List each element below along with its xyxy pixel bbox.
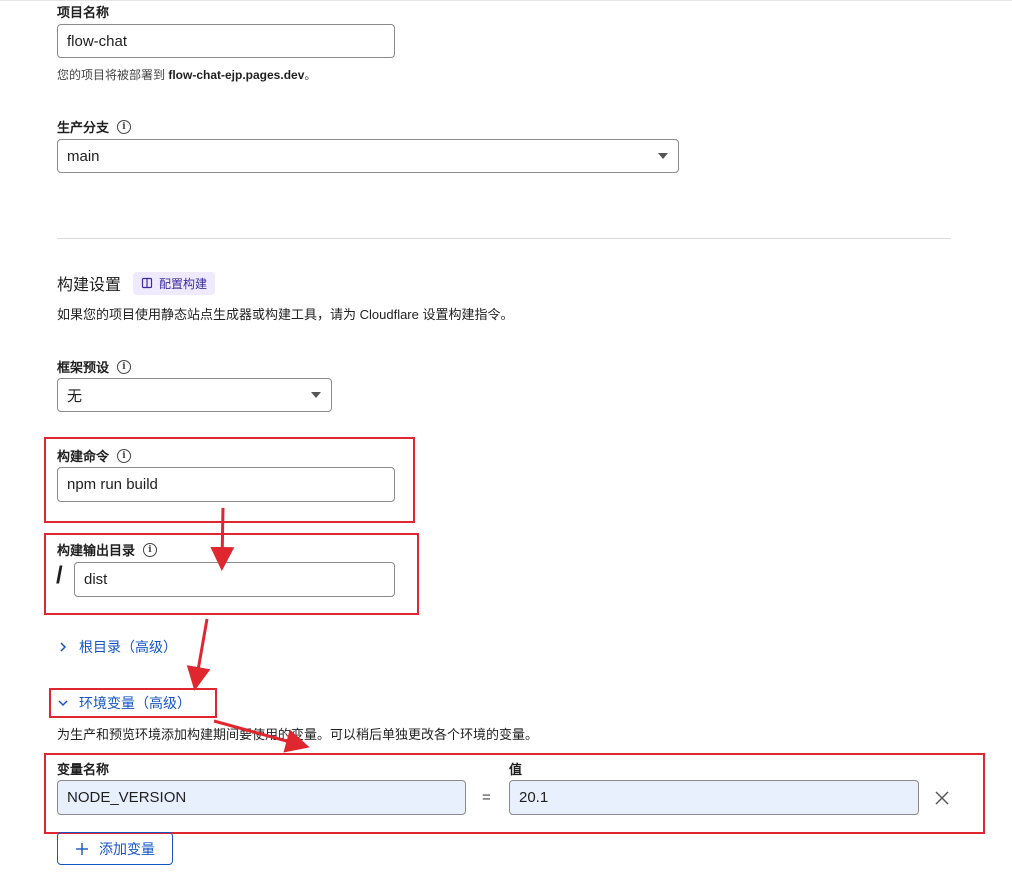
build-output-prefix: / <box>56 562 63 589</box>
env-name-header: 变量名称 <box>57 762 110 777</box>
chevron-right-icon <box>60 642 67 652</box>
build-settings-header: 构建设置 配置构建 <box>57 271 216 295</box>
env-value-header: 值 <box>509 762 523 777</box>
env-vars-toggle[interactable]: 环境变量（高级） <box>57 693 191 713</box>
deploy-domain: flow-chat-ejp.pages.dev <box>168 68 305 82</box>
env-name-input[interactable]: NODE_VERSION <box>57 780 466 815</box>
plus-icon <box>76 842 88 855</box>
close-icon[interactable] <box>935 791 949 805</box>
project-name-input[interactable]: flow-chat <box>57 24 395 58</box>
env-equals-sign: = <box>482 789 491 806</box>
build-command-label: 构建命令 i <box>57 446 132 465</box>
env-value-input[interactable]: 20.1 <box>509 780 919 815</box>
info-icon[interactable]: i <box>117 359 132 374</box>
section-divider <box>57 238 951 239</box>
add-variable-button[interactable]: 添加变量 <box>57 832 173 865</box>
chevron-down-icon <box>58 700 68 707</box>
env-vars-description: 为生产和预览环境添加构建期间要使用的变量。可以稍后单独更改各个环境的变量。 <box>57 727 539 742</box>
root-dir-toggle[interactable]: 根目录（高级） <box>57 637 177 657</box>
info-icon[interactable]: i <box>143 542 158 557</box>
build-command-input[interactable]: npm run build <box>57 467 395 502</box>
configure-build-link[interactable]: 配置构建 <box>133 271 216 295</box>
production-branch-select[interactable]: main <box>57 139 679 173</box>
info-icon[interactable]: i <box>117 119 132 134</box>
book-icon <box>141 277 153 289</box>
framework-preset-select[interactable]: 无 <box>57 378 332 412</box>
build-settings-description: 如果您的项目使用静态站点生成器或构建工具，请为 Cloudflare 设置构建指… <box>57 307 514 322</box>
chevron-down-icon <box>311 392 321 398</box>
build-settings-title: 构建设置 <box>57 277 122 294</box>
build-output-input[interactable]: dist <box>74 562 395 597</box>
project-name-label: 项目名称 <box>57 5 110 20</box>
info-icon[interactable]: i <box>117 448 132 463</box>
project-deploy-hint: 您的项目将被部署到 flow-chat-ejp.pages.dev。 <box>57 68 317 82</box>
top-edge-line <box>0 0 1012 1</box>
framework-preset-label: 框架预设 i <box>57 357 132 376</box>
build-output-label: 构建输出目录 i <box>57 540 158 559</box>
production-branch-label: 生产分支 i <box>57 117 132 136</box>
annotation-arrow <box>186 618 211 691</box>
chevron-down-icon <box>658 153 668 159</box>
